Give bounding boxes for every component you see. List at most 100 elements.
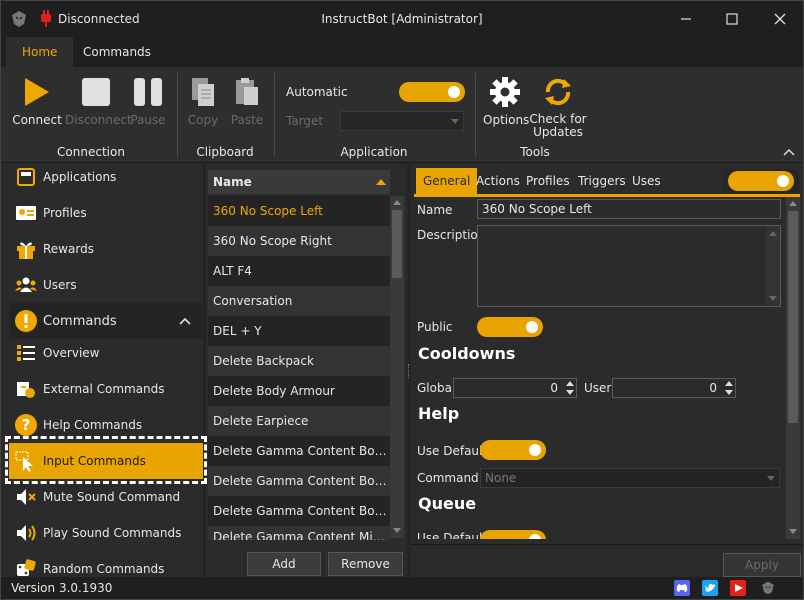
list-scroll-thumb[interactable] bbox=[392, 210, 402, 278]
tab-home[interactable]: Home bbox=[6, 37, 74, 67]
version-label: Version 3.0.1930 bbox=[11, 581, 113, 595]
target-dropdown[interactable] bbox=[340, 111, 464, 131]
paste-label: Paste bbox=[230, 113, 264, 127]
gift-icon bbox=[17, 242, 35, 259]
tab-profiles[interactable]: Profiles bbox=[519, 168, 577, 194]
disconnect-label: Disconnect bbox=[65, 113, 132, 127]
minimize-icon bbox=[681, 18, 691, 20]
collapse-ribbon-button[interactable] bbox=[783, 145, 795, 159]
queue-row-clip: Use Default bbox=[411, 529, 786, 539]
minimize-button[interactable] bbox=[671, 5, 701, 33]
sidebar-item-users[interactable]: Users bbox=[9, 267, 203, 303]
list-item[interactable]: Delete Earpiece bbox=[208, 406, 390, 436]
copy-button[interactable]: Copy bbox=[185, 75, 221, 127]
list-header-name[interactable]: Name bbox=[208, 170, 390, 194]
sidebar-item-rewards[interactable]: Rewards bbox=[9, 231, 203, 267]
title-bar: Disconnected InstructBot [Administrator] bbox=[1, 1, 803, 37]
app-window: Disconnected InstructBot [Administrator]… bbox=[0, 0, 804, 600]
queue-use-default-toggle[interactable] bbox=[480, 530, 546, 539]
sidebar-item-input-commands[interactable]: Input Commands bbox=[9, 443, 203, 479]
global-cooldown-input[interactable]: 0 bbox=[453, 378, 577, 398]
sidebar-item-mute-sound-command[interactable]: Mute Sound Command bbox=[9, 479, 203, 515]
sidebar-item-external-commands[interactable]: External Commands bbox=[9, 371, 203, 407]
scroll-up-icon bbox=[769, 231, 777, 236]
sidebar-item-overview[interactable]: Overview bbox=[9, 335, 203, 371]
tab-uses[interactable]: Uses bbox=[625, 168, 668, 194]
sidebar-item-help-commands[interactable]: ? Help Commands bbox=[9, 407, 203, 443]
twitter-icon[interactable] bbox=[702, 580, 718, 596]
description-scrollbar[interactable] bbox=[766, 226, 780, 306]
sidebar-item-label: Random Commands bbox=[43, 562, 165, 576]
spinner-icon[interactable] bbox=[566, 380, 574, 396]
pause-button[interactable]: Pause bbox=[127, 75, 169, 127]
list-scrollbar[interactable] bbox=[390, 196, 404, 538]
remove-button[interactable]: Remove bbox=[328, 552, 403, 576]
add-button[interactable]: Add bbox=[247, 552, 321, 576]
list-item[interactable]: Delete Gamma Content Middle Right bbox=[208, 526, 390, 540]
group-tools: Tools bbox=[520, 145, 550, 159]
sidebar-item-profiles[interactable]: Profiles bbox=[9, 195, 203, 231]
maximize-icon bbox=[726, 13, 738, 25]
list-item[interactable]: Delete Gamma Content Bottom Right bbox=[208, 496, 390, 526]
check-updates-button[interactable]: Check for Updates bbox=[529, 75, 587, 139]
tab-commands[interactable]: Commands bbox=[67, 37, 167, 67]
user-cooldown-input[interactable]: 0 bbox=[612, 378, 736, 398]
connect-button[interactable]: Connect bbox=[11, 75, 63, 127]
sidebar-item-play-sound-commands[interactable]: Play Sound Commands bbox=[9, 515, 203, 551]
list-item[interactable]: Delete Backpack bbox=[208, 346, 390, 376]
queue-heading: Queue bbox=[418, 494, 477, 513]
pause-label: Pause bbox=[130, 113, 166, 127]
detail-scrollbar[interactable] bbox=[786, 197, 800, 539]
app-logo-icon[interactable] bbox=[760, 580, 776, 596]
ribbon-separator bbox=[274, 73, 275, 157]
list-item[interactable]: Conversation bbox=[208, 286, 390, 316]
ribbon: Connect Disconnect Pause Connection Copy… bbox=[1, 67, 803, 163]
discord-icon[interactable] bbox=[674, 580, 690, 596]
list-item[interactable]: Delete Gamma Content Bottom Left bbox=[208, 466, 390, 496]
public-label: Public bbox=[417, 320, 453, 334]
maximize-button[interactable] bbox=[717, 5, 747, 33]
check-updates-label: Check for Updates bbox=[529, 112, 587, 139]
copy-icon bbox=[192, 78, 214, 106]
tab-triggers[interactable]: Triggers bbox=[571, 168, 633, 194]
spinner-icon[interactable] bbox=[725, 380, 733, 396]
youtube-icon[interactable] bbox=[730, 580, 746, 596]
scroll-down-icon bbox=[789, 529, 797, 534]
queue-use-default-label: Use Default bbox=[417, 531, 488, 539]
disconnect-button[interactable]: Disconnect bbox=[65, 75, 132, 127]
list-item[interactable]: ALT F4 bbox=[208, 256, 390, 286]
panel-splitter[interactable] bbox=[407, 164, 411, 577]
sidebar-item-applications[interactable]: Applications bbox=[9, 159, 203, 195]
paste-button[interactable]: Paste bbox=[227, 75, 267, 127]
pause-icon bbox=[134, 78, 162, 106]
name-input[interactable]: 360 No Scope Left bbox=[477, 199, 781, 219]
list-item[interactable]: Delete Gamma Content Bottom Center bbox=[208, 436, 390, 466]
command-dropdown[interactable]: None bbox=[480, 468, 780, 488]
sidebar-section-commands[interactable]: Commands bbox=[9, 303, 203, 339]
description-label: Description bbox=[417, 228, 486, 242]
sidebar: Applications Profiles Rewards Users Comm… bbox=[1, 164, 207, 577]
description-input[interactable] bbox=[477, 225, 781, 307]
help-use-default-toggle[interactable] bbox=[480, 440, 546, 460]
automatic-toggle[interactable] bbox=[399, 82, 465, 102]
list-item[interactable]: DEL + Y bbox=[208, 316, 390, 346]
close-button[interactable] bbox=[765, 5, 795, 33]
cooldowns-heading: Cooldowns bbox=[418, 344, 516, 363]
list-item[interactable]: 360 No Scope Left bbox=[208, 196, 390, 226]
chevron-up-icon bbox=[783, 148, 795, 156]
list-item[interactable]: 360 No Scope Right bbox=[208, 226, 390, 256]
detail-scroll-thumb[interactable] bbox=[788, 211, 798, 423]
apply-button[interactable]: Apply bbox=[723, 553, 801, 577]
sidebar-item-label: Profiles bbox=[43, 206, 87, 220]
cursor-icon bbox=[15, 451, 33, 472]
list-item[interactable]: Delete Body Armour bbox=[208, 376, 390, 406]
scroll-up-icon bbox=[789, 201, 797, 206]
ribbon-tab-bar: Home Commands bbox=[1, 37, 803, 67]
public-toggle[interactable] bbox=[477, 317, 543, 337]
options-button[interactable]: Options bbox=[483, 75, 529, 127]
command-enabled-toggle[interactable] bbox=[728, 171, 794, 191]
tab-underline bbox=[414, 194, 800, 197]
paste-icon bbox=[236, 78, 258, 105]
sort-ascending-icon bbox=[376, 179, 386, 185]
status-bar: Version 3.0.1930 bbox=[1, 577, 803, 599]
